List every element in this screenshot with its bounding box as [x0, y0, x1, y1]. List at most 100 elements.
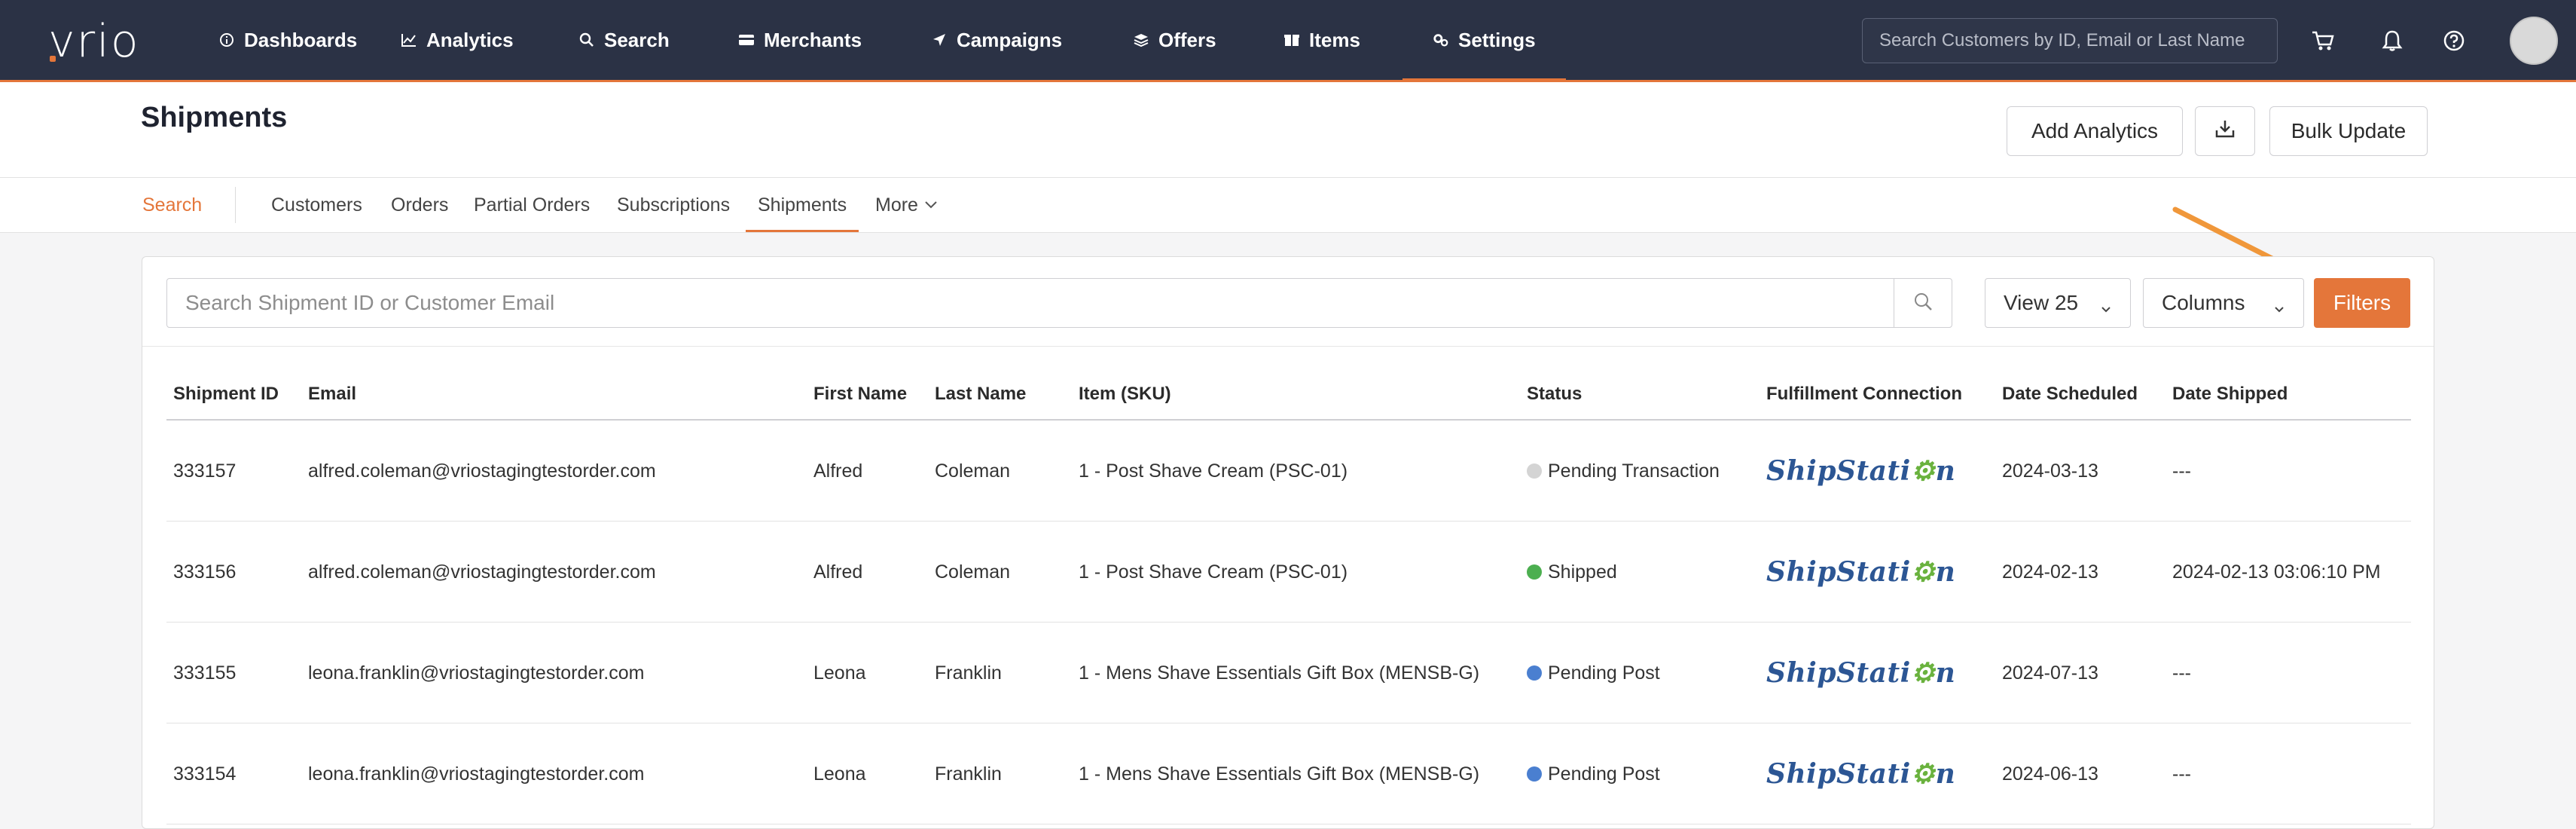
- gear-icon: ⚙: [1910, 758, 1936, 790]
- cell-status: Pending Transaction: [1527, 421, 1720, 522]
- nav-dashboards[interactable]: Dashboards: [218, 0, 357, 80]
- chevron-down-icon: [924, 200, 938, 210]
- status-dot: [1527, 665, 1542, 681]
- nav-offers[interactable]: Offers: [1133, 0, 1216, 80]
- tab-search[interactable]: Search: [142, 178, 202, 232]
- cell-date-scheduled: 2024-07-13: [2002, 662, 2098, 684]
- tab-partial-orders[interactable]: Partial Orders: [474, 178, 590, 232]
- cell-status: Shipped: [1527, 522, 1617, 623]
- columns-dropdown[interactable]: Columns: [2143, 278, 2304, 328]
- shipstation-logo: ShipStati⚙n: [1766, 623, 1955, 723]
- send-icon: [931, 32, 948, 48]
- shipstation-logo: ShipStati⚙n: [1766, 522, 1955, 623]
- gears-icon: [1433, 32, 1449, 48]
- toolbar-divider: [142, 346, 2434, 347]
- info-circle-icon: [218, 32, 235, 48]
- shipment-search-input[interactable]: [166, 278, 1894, 328]
- cell-last-name: Franklin: [935, 662, 1002, 684]
- tab-customers[interactable]: Customers: [271, 178, 362, 232]
- cell-date-shipped: ---: [2172, 460, 2191, 482]
- col-header-date-shipped[interactable]: Date Shipped: [2172, 384, 2288, 405]
- status-dot: [1527, 564, 1542, 580]
- nav-merchants[interactable]: Merchants: [738, 0, 862, 80]
- status-text: Pending Post: [1548, 763, 1660, 785]
- nav-campaigns-label: Campaigns: [957, 28, 1063, 51]
- filters-button[interactable]: Filters: [2314, 278, 2410, 328]
- cell-shipment-id[interactable]: 333155: [173, 623, 236, 723]
- cell-last-name: Coleman: [935, 561, 1011, 583]
- cell-first-name: Leona: [813, 763, 866, 785]
- bell-icon[interactable]: [2377, 26, 2407, 56]
- nav-analytics-label: Analytics: [426, 28, 514, 51]
- cell-shipment-id[interactable]: 333157: [173, 421, 236, 522]
- cell-last-name: Franklin: [935, 763, 1002, 785]
- table-row[interactable]: 333157 alfred.coleman@vriostagingtestord…: [166, 421, 2411, 522]
- col-header-shipment-id[interactable]: Shipment ID: [173, 384, 279, 405]
- nav-items-label: Items: [1309, 28, 1360, 51]
- nav-items[interactable]: Items: [1283, 0, 1360, 80]
- shipstation-logo-text: ShipStati⚙n: [1766, 758, 1956, 790]
- tab-orders[interactable]: Orders: [391, 178, 448, 232]
- page-title: Shipments: [141, 102, 288, 133]
- cell-item-sku: 1 - Post Shave Cream (PSC-01): [1079, 561, 1348, 583]
- cell-email: leona.franklin@vriostagingtestorder.com: [308, 662, 645, 684]
- col-header-status[interactable]: Status: [1527, 384, 1582, 405]
- nav-search[interactable]: Search: [578, 0, 670, 80]
- tab-more[interactable]: More: [875, 178, 938, 232]
- cell-first-name: Alfred: [813, 561, 863, 583]
- tab-shipments[interactable]: Shipments: [745, 178, 859, 232]
- gear-icon: ⚙: [1910, 455, 1936, 487]
- status-dot: [1527, 766, 1542, 782]
- search-submit-button[interactable]: [1894, 278, 1952, 328]
- cell-first-name: Alfred: [813, 460, 863, 482]
- shipstation-logo-text: ShipStati⚙n: [1766, 556, 1956, 588]
- nav-offers-label: Offers: [1158, 28, 1216, 51]
- col-header-date-scheduled[interactable]: Date Scheduled: [2002, 384, 2138, 405]
- col-header-first-name[interactable]: First Name: [813, 384, 907, 405]
- cell-first-name: Leona: [813, 662, 866, 684]
- cell-item-sku: 1 - Post Shave Cream (PSC-01): [1079, 460, 1348, 482]
- chevron-down-icon: [2273, 295, 2285, 320]
- shipments-card: View 25 Columns Filters Shipment ID Emai…: [142, 256, 2434, 829]
- cell-date-shipped: 2024-02-13 03:06:10 PM: [2172, 561, 2381, 583]
- table-row[interactable]: 333155 leona.franklin@vriostagingtestord…: [166, 623, 2411, 723]
- nav-search-label: Search: [604, 28, 670, 51]
- vrio-logo[interactable]: vrio: [48, 15, 140, 68]
- status-text: Shipped: [1548, 561, 1617, 583]
- help-icon[interactable]: [2439, 26, 2469, 56]
- bulk-update-button[interactable]: Bulk Update: [2269, 106, 2428, 156]
- cell-date-shipped: ---: [2172, 662, 2191, 684]
- col-header-email[interactable]: Email: [308, 384, 356, 405]
- shipstation-logo-text: ShipStati⚙n: [1766, 657, 1956, 689]
- shipstation-logo: ShipStati⚙n: [1766, 723, 1955, 824]
- table-row[interactable]: 333154 leona.franklin@vriostagingtestord…: [166, 723, 2411, 824]
- nav-settings[interactable]: Settings: [1402, 0, 1566, 82]
- nav-merchants-label: Merchants: [764, 28, 862, 51]
- status-text: Pending Transaction: [1548, 460, 1720, 482]
- nav-analytics[interactable]: Analytics: [401, 0, 514, 80]
- columns-label: Columns: [2162, 291, 2245, 314]
- view-per-page-dropdown[interactable]: View 25: [1985, 278, 2131, 328]
- page-header: Shipments Add Analytics Bulk Update: [0, 82, 2576, 178]
- gear-icon: ⚙: [1910, 657, 1936, 689]
- cell-shipment-id[interactable]: 333156: [173, 522, 236, 623]
- download-button[interactable]: [2195, 106, 2255, 156]
- view-per-page-label: View 25: [2004, 291, 2079, 314]
- cell-item-sku: 1 - Mens Shave Essentials Gift Box (MENS…: [1079, 763, 1480, 785]
- global-search-input[interactable]: [1862, 18, 2278, 63]
- tab-subscriptions[interactable]: Subscriptions: [617, 178, 730, 232]
- table-row[interactable]: 333156 alfred.coleman@vriostagingtestord…: [166, 522, 2411, 623]
- nav-campaigns[interactable]: Campaigns: [931, 0, 1062, 80]
- cart-icon[interactable]: [2308, 26, 2338, 56]
- col-header-fulfillment-connection[interactable]: Fulfillment Connection: [1766, 384, 1962, 405]
- cell-date-scheduled: 2024-06-13: [2002, 763, 2098, 785]
- chevron-down-icon: [2100, 295, 2112, 320]
- add-analytics-button[interactable]: Add Analytics: [2007, 106, 2183, 156]
- card-icon: [738, 32, 755, 48]
- col-header-item-sku[interactable]: Item (SKU): [1079, 384, 1171, 405]
- user-avatar[interactable]: [2510, 17, 2558, 65]
- nav-dashboards-label: Dashboards: [244, 28, 358, 51]
- col-header-last-name[interactable]: Last Name: [935, 384, 1026, 405]
- cell-shipment-id[interactable]: 333154: [173, 723, 236, 824]
- shipstation-logo: ShipStati⚙n: [1766, 421, 1955, 522]
